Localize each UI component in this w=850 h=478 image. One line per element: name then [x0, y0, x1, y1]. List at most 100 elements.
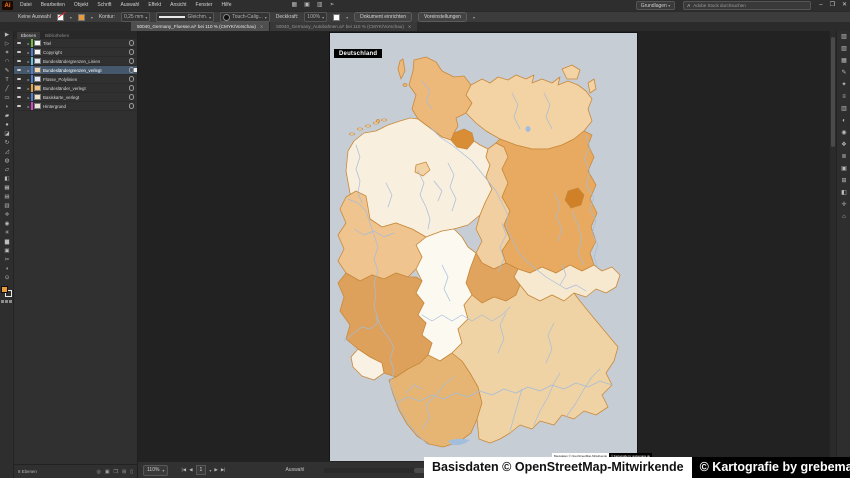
- tab-germany-autobahnen[interactable]: 50040_Germany_Autobahnen.ai* bei 110 % (…: [269, 22, 417, 31]
- menu-fenster[interactable]: Fenster: [196, 0, 213, 11]
- last-artboard-icon[interactable]: ▶|: [221, 467, 226, 473]
- menu-hilfe[interactable]: Hilfe: [221, 0, 231, 11]
- layer-visibility-eye-icon[interactable]: [17, 87, 21, 90]
- gradient-tool[interactable]: ▥: [0, 202, 14, 211]
- width-tool[interactable]: ◍: [0, 157, 14, 166]
- opacity-input[interactable]: 100% ▾: [304, 12, 327, 22]
- restore-button[interactable]: ❐: [830, 0, 835, 11]
- stock-search-input[interactable]: A Adobe Stock durchsuchen: [683, 1, 811, 10]
- color-mode-icon[interactable]: [1, 300, 4, 303]
- layer-row-hintergrund[interactable]: ▸ Hintergrund: [14, 102, 137, 111]
- transparency-panel-icon[interactable]: ◐: [837, 115, 850, 127]
- document-setup-button[interactable]: Dokument einrichten: [354, 12, 412, 22]
- blob-brush-tool[interactable]: ●: [0, 121, 14, 130]
- preferences-button[interactable]: Voreinstellungen: [418, 12, 467, 22]
- line-segment-tool[interactable]: ╱: [0, 85, 14, 94]
- layer-target-icon[interactable]: [129, 49, 135, 55]
- layer-target-icon[interactable]: [129, 94, 135, 100]
- make-clipping-mask-icon[interactable]: ▣: [105, 469, 110, 475]
- artboard-tool[interactable]: ▣: [0, 247, 14, 256]
- layer-row-basiskarte-verlegt[interactable]: ▸ Basiskarte_verlegt: [14, 93, 137, 102]
- menu-schrift[interactable]: Schrift: [97, 0, 111, 11]
- locate-object-icon[interactable]: ◎: [96, 469, 100, 475]
- rectangle-tool[interactable]: ▭: [0, 94, 14, 103]
- island-foehr[interactable]: [403, 84, 407, 87]
- layer-row-bundeslaender-verlegt[interactable]: ▸ Bundesländer_verlegt: [14, 84, 137, 93]
- layer-visibility-eye-icon[interactable]: [17, 69, 21, 72]
- tab-ebenen[interactable]: Ebenen: [17, 32, 40, 39]
- tab-bibliotheken[interactable]: Bibliotheken: [41, 32, 73, 39]
- brushes-panel-icon[interactable]: ✎: [837, 67, 850, 79]
- align-panel-icon[interactable]: ⊞: [837, 175, 850, 187]
- minimize-button[interactable]: –: [819, 0, 822, 11]
- eraser-tool[interactable]: ◪: [0, 130, 14, 139]
- layer-thumbnail[interactable]: [34, 40, 41, 46]
- pointer-options-icon[interactable]: ▾: [473, 15, 475, 20]
- navigator-panel-icon[interactable]: ✛: [837, 199, 850, 211]
- layer-target-icon[interactable]: [129, 76, 135, 82]
- fill-proxy[interactable]: [1, 286, 8, 293]
- layer-visibility-eye-icon[interactable]: [17, 78, 21, 81]
- layer-row-copyright[interactable]: ▸ Copyright: [14, 48, 137, 57]
- document-canvas[interactable]: Deutschland Basisdaten © OpenStreetMap-M…: [138, 31, 829, 461]
- graphic-styles-panel-icon[interactable]: ❖: [837, 139, 850, 151]
- symbol-sprayer-tool[interactable]: ✳: [0, 229, 14, 238]
- eyedropper-tool[interactable]: ✛: [0, 211, 14, 220]
- artboard[interactable]: Deutschland Basisdaten © OpenStreetMap-M…: [330, 33, 637, 461]
- rotate-tool[interactable]: ↻: [0, 139, 14, 148]
- layer-row-bundeslaendergrenzen-verlegt[interactable]: ▸ Bundesländergrenzen_verlegt: [14, 66, 137, 75]
- stroke-color-swatch[interactable]: [78, 14, 85, 21]
- island-langeoog[interactable]: [374, 122, 379, 124]
- germany-map[interactable]: [330, 33, 637, 461]
- island-wangerooge[interactable]: [382, 119, 387, 121]
- layer-target-icon[interactable]: [129, 40, 135, 46]
- color-panel-icon[interactable]: ▧: [837, 31, 850, 43]
- swatches-panel-icon[interactable]: ▦: [837, 55, 850, 67]
- first-artboard-icon[interactable]: |◀: [181, 467, 186, 473]
- selection-tool[interactable]: ▶: [0, 31, 14, 40]
- gradient-panel-icon[interactable]: ▥: [837, 103, 850, 115]
- menu-bearbeiten[interactable]: Bearbeiten: [41, 0, 65, 11]
- layers-panel-icon[interactable]: ≣: [837, 151, 850, 163]
- layer-visibility-eye-icon[interactable]: [17, 96, 21, 99]
- layer-row-titel[interactable]: ▸ Titel: [14, 39, 137, 48]
- type-tool[interactable]: T: [0, 76, 14, 85]
- island-juist[interactable]: [358, 128, 363, 130]
- menu-datei[interactable]: Datei: [20, 0, 32, 11]
- appearance-panel-icon[interactable]: ◉: [837, 127, 850, 139]
- fill-color-swatch[interactable]: [57, 14, 64, 21]
- zoom-level-select[interactable]: 110% ▾: [143, 465, 168, 476]
- island-norderney[interactable]: [366, 125, 371, 127]
- layer-visibility-eye-icon[interactable]: [17, 105, 21, 108]
- magic-wand-tool[interactable]: ✶: [0, 49, 14, 58]
- layer-row-fluesse-polylinien[interactable]: ▸ Flüsse_Polylinien: [14, 75, 137, 84]
- chevron-down-icon[interactable]: ▾: [91, 15, 93, 20]
- tab-germany-fluesse[interactable]: 50040_Germany_Fluesse.ai* bei 110 % (CMY…: [131, 22, 269, 31]
- layer-thumbnail[interactable]: [34, 58, 41, 64]
- free-transform-tool[interactable]: ▱: [0, 166, 14, 175]
- close-tab-icon[interactable]: ✕: [408, 24, 411, 29]
- lasso-tool[interactable]: ◠: [0, 58, 14, 67]
- map-title-label[interactable]: Deutschland: [334, 49, 382, 58]
- menu-objekt[interactable]: Objekt: [74, 0, 88, 11]
- layer-row-bundeslaendergrenzen-linien[interactable]: ▸ Bundesländergrenzen_Linien: [14, 57, 137, 66]
- brush-definition-select[interactable]: Touch-Calig... ▾: [220, 12, 270, 22]
- canvas-vertical-scrollbar[interactable]: [829, 31, 836, 461]
- slice-tool[interactable]: ✂: [0, 256, 14, 265]
- perspective-grid-tool[interactable]: ▦: [0, 184, 14, 193]
- mesh-tool[interactable]: ▤: [0, 193, 14, 202]
- column-graph-tool[interactable]: ▆: [0, 238, 14, 247]
- variable-width-profile-select[interactable]: Gleichm. ▾: [156, 12, 214, 22]
- close-tab-icon[interactable]: ✕: [260, 24, 263, 29]
- chevron-down-icon[interactable]: ▾: [346, 15, 348, 20]
- color-mode-buttons[interactable]: [0, 300, 13, 303]
- layer-target-icon[interactable]: [129, 85, 135, 91]
- new-layer-icon[interactable]: ⊞: [122, 469, 126, 475]
- layer-visibility-eye-icon[interactable]: [17, 51, 21, 54]
- pencil-tool[interactable]: ▰: [0, 112, 14, 121]
- color-guide-panel-icon[interactable]: ▨: [837, 43, 850, 55]
- stroke-width-stepper[interactable]: 0,25 mm ▾: [121, 12, 150, 22]
- previous-artboard-icon[interactable]: ◀: [189, 467, 192, 473]
- symbols-panel-icon[interactable]: ✦: [837, 79, 850, 91]
- layer-target-icon[interactable]: [129, 103, 135, 109]
